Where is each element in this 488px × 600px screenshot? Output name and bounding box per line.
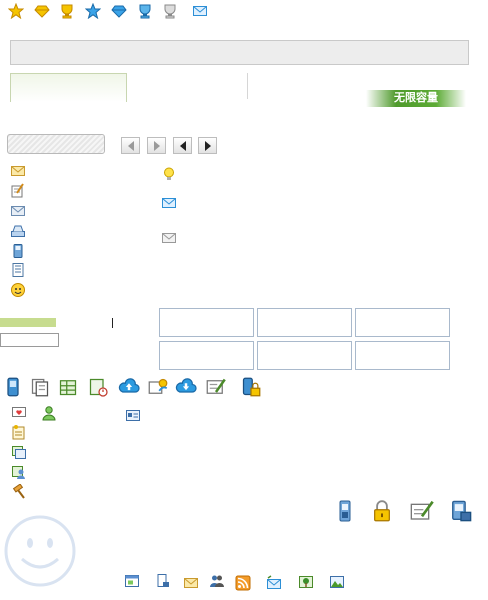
prev-button[interactable] xyxy=(173,137,192,154)
grid-cell[interactable] xyxy=(257,341,352,370)
next-button[interactable] xyxy=(198,137,217,154)
arrow-right-icon xyxy=(204,140,211,151)
arrow-left-icon xyxy=(179,140,186,151)
group-icon[interactable] xyxy=(11,464,27,480)
trophy-blue-icon[interactable] xyxy=(137,3,153,19)
mail-blue-icon[interactable] xyxy=(161,195,177,211)
grid-cell[interactable] xyxy=(355,341,450,370)
progress-bar xyxy=(0,318,56,327)
first-page-button[interactable] xyxy=(121,137,140,154)
grid-cell[interactable] xyxy=(257,308,352,337)
contact-icon[interactable] xyxy=(41,405,57,421)
mail-gray-icon[interactable] xyxy=(161,230,177,246)
pda-icon[interactable] xyxy=(450,500,472,522)
lock-icon[interactable] xyxy=(372,500,392,522)
unlimited-capacity-badge: 无限容量 xyxy=(366,90,466,107)
badge-label: 无限容量 xyxy=(394,92,438,104)
header-bar xyxy=(10,40,469,65)
spreadsheet-icon[interactable] xyxy=(58,377,78,397)
send-icon[interactable] xyxy=(266,575,282,591)
edit-icon[interactable] xyxy=(410,500,434,522)
diamond-blue-icon[interactable] xyxy=(111,3,127,19)
sim-icon[interactable] xyxy=(337,500,353,522)
gavel-icon[interactable] xyxy=(11,484,27,500)
rss-icon[interactable] xyxy=(235,575,251,591)
inbox-icon[interactable] xyxy=(10,203,26,219)
star-gold-icon[interactable] xyxy=(8,3,24,19)
mail-icon[interactable] xyxy=(183,575,199,591)
lightbulb-icon[interactable] xyxy=(161,166,177,182)
text-caret xyxy=(112,318,113,328)
star-blue-icon[interactable] xyxy=(85,3,101,19)
card-icon[interactable] xyxy=(125,407,141,423)
grid-cell[interactable] xyxy=(159,341,254,370)
arrow-left-icon xyxy=(127,140,134,151)
share-icon[interactable] xyxy=(147,377,169,397)
signature-icon[interactable] xyxy=(205,377,227,397)
grid-cell[interactable] xyxy=(355,308,450,337)
trophy-gold-icon[interactable] xyxy=(59,3,75,19)
compose-icon[interactable] xyxy=(10,183,26,199)
diamond-gold-icon[interactable] xyxy=(34,3,50,19)
arrow-right-icon xyxy=(153,140,160,151)
drive-icon[interactable] xyxy=(10,223,26,239)
phone-icon[interactable] xyxy=(10,243,26,259)
tree-icon[interactable] xyxy=(298,574,314,590)
mobile-icon[interactable] xyxy=(3,377,23,397)
notebook-icon[interactable] xyxy=(10,262,26,278)
window-icon[interactable] xyxy=(124,573,140,589)
gallery-icon[interactable] xyxy=(11,444,27,460)
calendar-icon[interactable] xyxy=(88,377,108,397)
next-page-button[interactable] xyxy=(147,137,166,154)
search-input[interactable] xyxy=(7,134,105,154)
lock-phone-icon[interactable] xyxy=(240,377,262,397)
emoticon-icon[interactable] xyxy=(10,282,26,298)
bookmark-icon[interactable] xyxy=(155,573,171,589)
envelope-icon[interactable] xyxy=(192,3,208,19)
tab-separator xyxy=(247,73,248,99)
documents-icon[interactable] xyxy=(30,377,50,397)
cloud-download-icon[interactable] xyxy=(175,377,197,397)
envelope-icon[interactable] xyxy=(10,163,26,179)
cloud-upload-icon[interactable] xyxy=(118,377,140,397)
grid-cell[interactable] xyxy=(159,308,254,337)
tab-second[interactable] xyxy=(128,73,246,99)
people-icon[interactable] xyxy=(209,573,225,589)
picture-icon[interactable] xyxy=(329,574,345,590)
name-field[interactable] xyxy=(0,333,59,347)
notes-icon[interactable] xyxy=(11,424,27,440)
smiley-watermark-icon xyxy=(4,515,76,587)
trophy-gray-icon[interactable] xyxy=(162,3,178,19)
tab-active[interactable] xyxy=(10,73,127,102)
message-heart-icon[interactable] xyxy=(11,405,27,421)
